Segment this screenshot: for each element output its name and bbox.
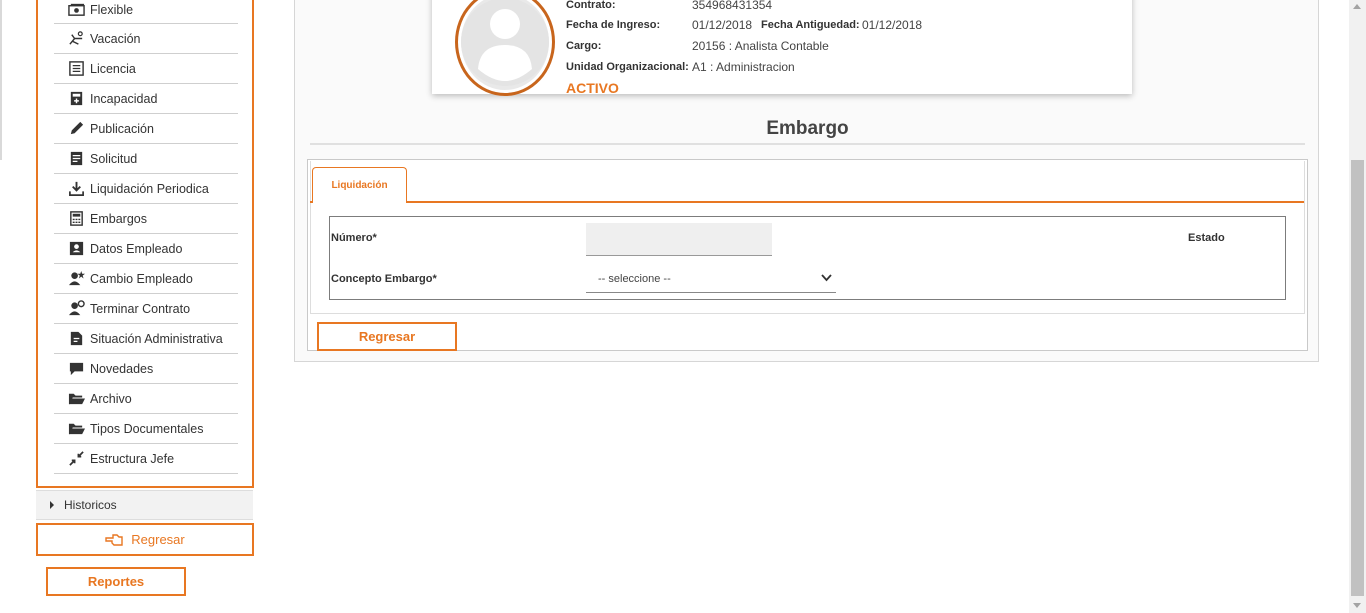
ingreso-label: Fecha de Ingreso: xyxy=(566,19,661,31)
download-icon xyxy=(64,179,88,199)
sidebar-item-label: Solicitud xyxy=(90,151,138,166)
sidebar-menu: Flexible Vacación Licencia Incapacidad Publi… xyxy=(36,0,254,488)
folder-open-icon xyxy=(64,389,88,409)
sidebar-item-liquidacion-periodica[interactable]: Liquidación Periodica xyxy=(54,174,238,204)
avatar xyxy=(455,0,555,96)
sidebar-list: Flexible Vacación Licencia Incapacidad Publi… xyxy=(54,0,238,474)
sidebar-item-label: Vacación xyxy=(90,31,141,46)
sidebar-item-vacacion[interactable]: Vacación xyxy=(54,24,238,54)
tab-liquidacion-label: Liquidación xyxy=(331,180,388,191)
sidebar-item-label: Cambio Empleado xyxy=(90,271,193,286)
sidebar-item-label: Flexible xyxy=(90,2,134,17)
cargo-value: 20156 : Analista Contable xyxy=(692,39,829,53)
scroll-down-icon[interactable] xyxy=(1353,603,1361,608)
sidebar-item-label: Liquidación Periodica xyxy=(90,181,209,196)
concepto-select[interactable]: -- seleccione -- xyxy=(586,266,836,293)
sidebar-item-label: Estructura Jefe xyxy=(90,451,175,466)
comment-icon xyxy=(64,359,88,379)
tab-underline xyxy=(310,201,1304,203)
sidebar-item-solicitud[interactable]: Solicitud xyxy=(54,144,238,174)
chevron-down-icon xyxy=(821,274,832,282)
sidebar-item-label: Embargos xyxy=(90,211,147,226)
unidad-value: A1 : Administracion xyxy=(692,60,795,74)
page-title: Embargo xyxy=(766,118,849,139)
money-icon xyxy=(64,0,88,20)
sidebar-item-incapacidad[interactable]: Incapacidad xyxy=(54,84,238,114)
back-button-label: Regresar xyxy=(358,329,416,344)
caret-right-icon xyxy=(50,501,54,509)
sidebar-item-novedades[interactable]: Novedades xyxy=(54,354,238,384)
left-edge xyxy=(0,0,2,160)
sidebar-item-label: Licencia xyxy=(90,61,136,76)
scrollbar-thumb[interactable] xyxy=(1351,160,1364,596)
sidebar-item-archivo[interactable]: Archivo xyxy=(54,384,238,414)
sidebar-item-label: Archivo xyxy=(90,391,132,406)
user-remove-icon xyxy=(64,299,88,319)
sidebar-item-label: Tipos Documentales xyxy=(90,421,204,436)
sidebar-item-embargos[interactable]: Embargos xyxy=(54,204,238,234)
numero-input[interactable] xyxy=(586,223,772,256)
antiguedad-value: 01/12/2018 xyxy=(862,18,923,32)
sidebar-item-label: Incapacidad xyxy=(90,91,158,106)
document-icon xyxy=(64,149,88,169)
user-star-icon xyxy=(64,269,88,289)
sidebar-item-label: Publicación xyxy=(90,121,154,136)
numero-label: Número* xyxy=(331,232,377,244)
status-badge: ACTIVO xyxy=(566,80,619,96)
calculator-icon xyxy=(64,209,88,229)
sidebar-item-label: Terminar Contrato xyxy=(90,301,191,316)
sidebar-item-terminar-contrato[interactable]: Terminar Contrato xyxy=(54,294,238,324)
list-icon xyxy=(64,59,88,79)
ingreso-value: 01/12/2018 xyxy=(692,18,753,32)
reports-button[interactable]: Reportes xyxy=(46,567,186,596)
hand-point-icon xyxy=(105,533,123,546)
sidebar-item-situacion-administrativa[interactable]: Situación Administrativa xyxy=(54,324,238,354)
sidebar-item-licencia[interactable]: Licencia xyxy=(54,54,238,84)
sidebar-item-publicacion[interactable]: Publicación xyxy=(54,114,238,144)
compress-icon xyxy=(64,449,88,469)
contract-label: Contrato: xyxy=(566,0,616,11)
sidebar-item-label: Datos Empleado xyxy=(90,241,183,256)
historicos-label: Historicos xyxy=(64,498,117,512)
beach-chair-icon xyxy=(64,29,88,49)
sidebar-item-label: Novedades xyxy=(90,361,154,376)
concepto-selected: -- seleccione -- xyxy=(598,273,671,285)
sidebar-item-label: Situación Administrativa xyxy=(90,331,223,346)
sidebar-item-flexible[interactable]: Flexible xyxy=(54,0,238,24)
pen-icon xyxy=(64,119,88,139)
user-silhouette-icon xyxy=(461,0,549,86)
historicos-toggle[interactable]: Historicos xyxy=(36,490,253,520)
sidebar-back-button[interactable]: Regresar xyxy=(36,523,254,556)
id-card-icon xyxy=(64,239,88,259)
sidebar-back-label: Regresar xyxy=(131,532,185,547)
title-divider xyxy=(310,143,1305,145)
concepto-label: Concepto Embargo* xyxy=(331,273,437,285)
reports-label: Reportes xyxy=(87,574,145,589)
back-button[interactable]: Regresar xyxy=(317,322,457,351)
unidad-label: Unidad Organizacional: xyxy=(566,61,689,73)
scroll-up-icon[interactable] xyxy=(1353,4,1361,9)
antiguedad-label: Fecha Antiguedad: xyxy=(761,19,860,31)
sidebar-item-estructura-jefe[interactable]: Estructura Jefe xyxy=(54,444,238,474)
sidebar-item-cambio-empleado[interactable]: Cambio Empleado xyxy=(54,264,238,294)
sidebar-item-tipos-documentales[interactable]: Tipos Documentales xyxy=(54,414,238,444)
tab-liquidacion[interactable]: Liquidación xyxy=(312,167,407,203)
folder-open-icon xyxy=(64,419,88,439)
sidebar-item-datos-empleado[interactable]: Datos Empleado xyxy=(54,234,238,264)
contract-value: 354968431354 xyxy=(692,0,773,12)
cargo-label: Cargo: xyxy=(566,40,602,52)
estado-label: Estado xyxy=(1188,232,1225,244)
file-status-icon xyxy=(64,329,88,349)
medical-book-icon xyxy=(64,89,88,109)
